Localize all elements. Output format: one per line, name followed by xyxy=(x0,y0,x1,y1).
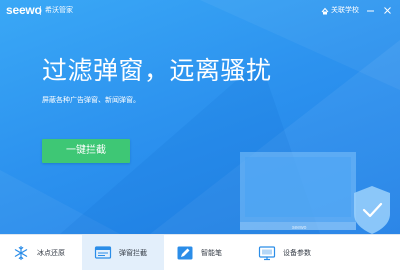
subheadline: 屏蔽各种广告弹窗、新闻弹窗。 xyxy=(42,96,140,104)
tab-label: 智能笔 xyxy=(201,248,222,257)
tab-smart-pen[interactable]: 智能笔 xyxy=(164,235,246,270)
device-params-icon xyxy=(258,245,276,260)
school-link-icon xyxy=(321,7,329,14)
one-click-block-button[interactable]: 一键拦截 xyxy=(42,139,130,163)
smart-pen-icon xyxy=(177,246,193,259)
tab-label: 弹窗拦截 xyxy=(119,248,147,257)
minimize-button[interactable] xyxy=(365,5,376,16)
school-link-label: 关联学校 xyxy=(331,6,359,14)
seewo-logo: seewo xyxy=(6,3,42,17)
close-icon xyxy=(384,7,391,14)
headline: 过滤弹窗，远离骚扰 xyxy=(42,56,272,85)
snowflake-icon xyxy=(14,245,28,260)
tab-freeze-restore[interactable]: 冰点还原 xyxy=(0,235,82,270)
tab-label: 冰点还原 xyxy=(37,248,65,257)
app-window: seewo 希沃管家 关联学校 过滤弹窗，远离骚扰 屏蔽各种广告弹窗、新闻弹窗。… xyxy=(0,0,400,270)
hero-banner: seewo 希沃管家 关联学校 过滤弹窗，远离骚扰 屏蔽各种广告弹窗、新闻弹窗。… xyxy=(0,0,400,234)
title-bar: seewo 希沃管家 关联学校 xyxy=(0,0,400,22)
background-illustration xyxy=(0,0,400,234)
tab-label: 设备参数 xyxy=(283,248,311,257)
tab-device-params[interactable]: 设备参数 xyxy=(246,235,328,270)
app-title: 希沃管家 xyxy=(45,6,73,14)
close-button[interactable] xyxy=(382,5,393,16)
popup-block-icon xyxy=(94,245,112,259)
link-school-button[interactable]: 关联学校 xyxy=(321,5,359,16)
tab-popup-block[interactable]: 弹窗拦截 xyxy=(82,235,164,270)
minimize-icon xyxy=(367,10,374,12)
logo-divider xyxy=(40,6,41,15)
bottom-tab-bar: 冰点还原 弹窗拦截 智能笔 设备参数 xyxy=(0,234,400,270)
monitor-brand-label: seewo xyxy=(292,225,307,231)
